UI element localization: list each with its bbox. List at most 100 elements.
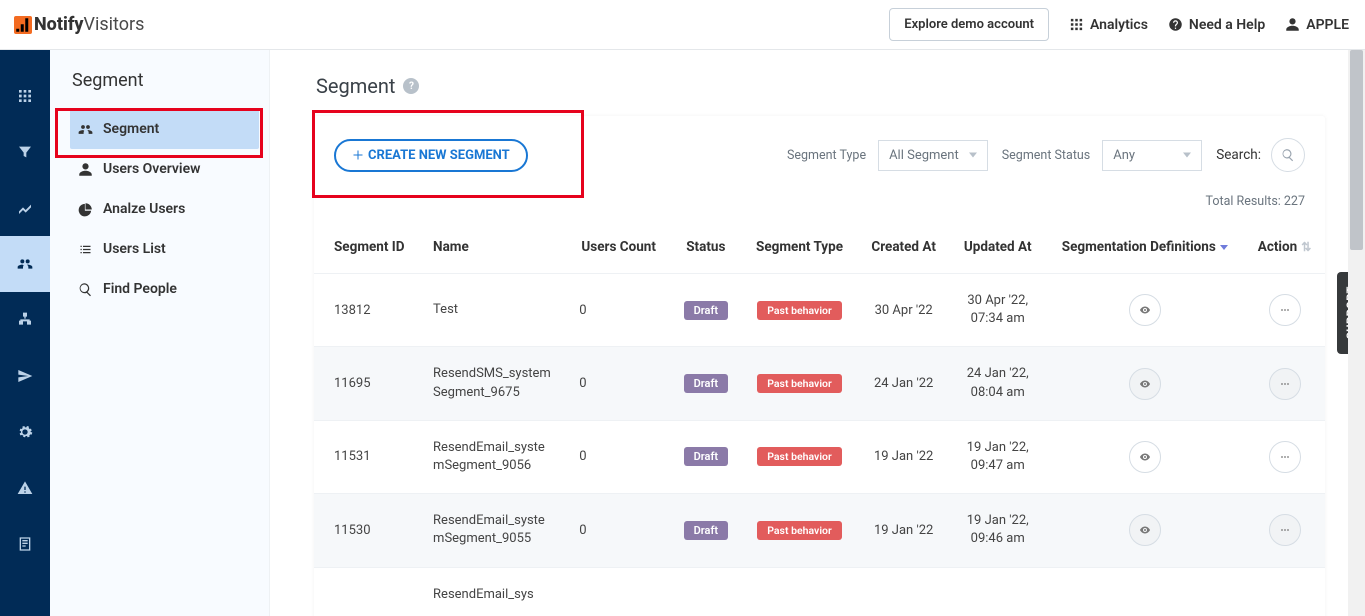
- filter-segment-type: Segment Type All Segment: [787, 140, 988, 171]
- cell-type: [742, 567, 858, 616]
- help-icon: [1168, 17, 1183, 32]
- col-action[interactable]: Action⇅: [1244, 221, 1325, 274]
- row-action-button[interactable]: [1269, 294, 1301, 326]
- sidebar-item-label: Segment: [103, 121, 159, 137]
- view-definition-button[interactable]: [1129, 294, 1161, 326]
- cell-defs: [1046, 494, 1244, 567]
- view-definition-button[interactable]: [1129, 368, 1161, 400]
- col-id[interactable]: Segment ID: [314, 221, 421, 274]
- rail-item-report[interactable]: [0, 516, 50, 572]
- col-updated[interactable]: Updated At: [950, 221, 1046, 274]
- cell-action: [1244, 274, 1325, 347]
- sidebar-item-label: Users List: [103, 241, 166, 257]
- help-link[interactable]: Need a Help: [1168, 17, 1265, 33]
- sidebar-item-users-list[interactable]: Users List: [70, 229, 269, 269]
- filter-segment-status: Segment Status Any: [1002, 140, 1203, 171]
- cell-updated: 19 Jan '22,09:47 am: [950, 420, 1046, 493]
- row-action-button[interactable]: [1269, 368, 1301, 400]
- rail-item-send[interactable]: [0, 348, 50, 404]
- cell-created: 19 Jan '22: [857, 420, 949, 493]
- cell-id: [314, 567, 421, 616]
- cell-status: [670, 567, 741, 616]
- col-defs[interactable]: Segmentation Definitions: [1046, 221, 1244, 274]
- help-icon[interactable]: ?: [403, 78, 419, 94]
- logo[interactable]: NotifyVisitors: [14, 14, 144, 35]
- list-icon: [78, 242, 93, 257]
- sidebar-title: Segment: [70, 70, 269, 91]
- user-menu[interactable]: APPLE: [1285, 17, 1349, 33]
- segment-card: CREATE NEW SEGMENT Segment Type All Segm…: [314, 116, 1325, 616]
- scrollbar-thumb[interactable]: [1350, 50, 1363, 250]
- sort-desc-icon: [1220, 245, 1228, 250]
- cell-updated: [950, 567, 1046, 616]
- cell-users: 0: [567, 494, 670, 567]
- total-results: Total Results: 227: [314, 194, 1325, 221]
- rail-item-dashboard[interactable]: [0, 68, 50, 124]
- segment-type-select[interactable]: All Segment: [878, 140, 988, 171]
- sidebar-item-users-overview[interactable]: Users Overview: [70, 149, 269, 189]
- segments-table: Segment ID Name Users Count Status Segme…: [314, 221, 1325, 616]
- users-icon: [78, 122, 93, 137]
- create-segment-label: CREATE NEW SEGMENT: [368, 148, 510, 163]
- main-content: Segment ? CREATE NEW SEGMENT Segment Typ…: [270, 50, 1365, 616]
- cell-defs: [1046, 347, 1244, 420]
- rail-item-users[interactable]: [0, 236, 50, 292]
- table-row[interactable]: 11531ResendEmail_systemSegment_90560Draf…: [314, 420, 1325, 493]
- table-row[interactable]: 11530ResendEmail_systemSegment_90550Draf…: [314, 494, 1325, 567]
- cell-users: 0: [567, 347, 670, 420]
- cell-created: 30 Apr '22: [857, 274, 949, 347]
- segment-status-select[interactable]: Any: [1102, 140, 1202, 171]
- search-button[interactable]: [1271, 138, 1305, 172]
- topbar-actions: Explore demo account Analytics Need a He…: [889, 8, 1349, 41]
- filter-status-label: Segment Status: [1002, 148, 1091, 163]
- sort-icon: ⇅: [1301, 240, 1311, 254]
- analytics-link[interactable]: Analytics: [1069, 17, 1148, 33]
- cell-name: Test: [421, 274, 567, 347]
- cell-type: Past behavior: [742, 347, 858, 420]
- logo-text-a: Notify: [34, 14, 84, 35]
- col-users[interactable]: Users Count: [567, 221, 670, 274]
- row-action-button[interactable]: [1269, 441, 1301, 473]
- col-type[interactable]: Segment Type: [742, 221, 858, 274]
- col-created[interactable]: Created At: [857, 221, 949, 274]
- rail-item-sitemap[interactable]: [0, 292, 50, 348]
- sidebar-item-label: Users Overview: [103, 161, 200, 177]
- rail-item-alert[interactable]: [0, 460, 50, 516]
- cell-id: 11695: [314, 347, 421, 420]
- sidebar-item-segment[interactable]: Segment: [70, 109, 259, 149]
- table-row[interactable]: ResendEmail_sys: [314, 567, 1325, 616]
- sidebar-item-label: Find People: [103, 281, 177, 297]
- table-row[interactable]: 13812Test0DraftPast behavior30 Apr '2230…: [314, 274, 1325, 347]
- col-status[interactable]: Status: [670, 221, 741, 274]
- explore-demo-button[interactable]: Explore demo account: [889, 8, 1049, 41]
- rail-item-filter[interactable]: [0, 124, 50, 180]
- rail-item-analytics[interactable]: [0, 180, 50, 236]
- logo-text-b: Visitors: [84, 14, 145, 35]
- sidebar-item-find-people[interactable]: Find People: [70, 269, 269, 309]
- cell-users: 0: [567, 420, 670, 493]
- page-title: Segment ?: [316, 74, 1325, 98]
- cell-status: Draft: [670, 420, 741, 493]
- user-icon: [1285, 17, 1300, 32]
- cell-defs: [1046, 567, 1244, 616]
- user-label: APPLE: [1306, 17, 1349, 33]
- cell-name: ResendEmail_systemSegment_9056: [421, 420, 567, 493]
- row-action-button[interactable]: [1269, 514, 1301, 546]
- sidebar-item-analyze-users[interactable]: Analze Users: [70, 189, 269, 229]
- cell-type: Past behavior: [742, 494, 858, 567]
- pie-icon: [78, 202, 93, 217]
- scrollbar[interactable]: [1348, 50, 1365, 616]
- cell-updated: 30 Apr '22,07:34 am: [950, 274, 1046, 347]
- col-name[interactable]: Name: [421, 221, 567, 274]
- create-segment-button[interactable]: CREATE NEW SEGMENT: [334, 139, 528, 172]
- rail-item-settings[interactable]: [0, 404, 50, 460]
- table-row[interactable]: 11695ResendSMS_systemSegment_96750DraftP…: [314, 347, 1325, 420]
- search-label: Search:: [1216, 147, 1261, 163]
- top-header: NotifyVisitors Explore demo account Anal…: [0, 0, 1365, 50]
- search-group: Search:: [1216, 138, 1305, 172]
- view-definition-button[interactable]: [1129, 514, 1161, 546]
- view-definition-button[interactable]: [1129, 441, 1161, 473]
- filter-type-label: Segment Type: [787, 148, 866, 163]
- cell-type: Past behavior: [742, 274, 858, 347]
- plus-icon: [352, 149, 364, 161]
